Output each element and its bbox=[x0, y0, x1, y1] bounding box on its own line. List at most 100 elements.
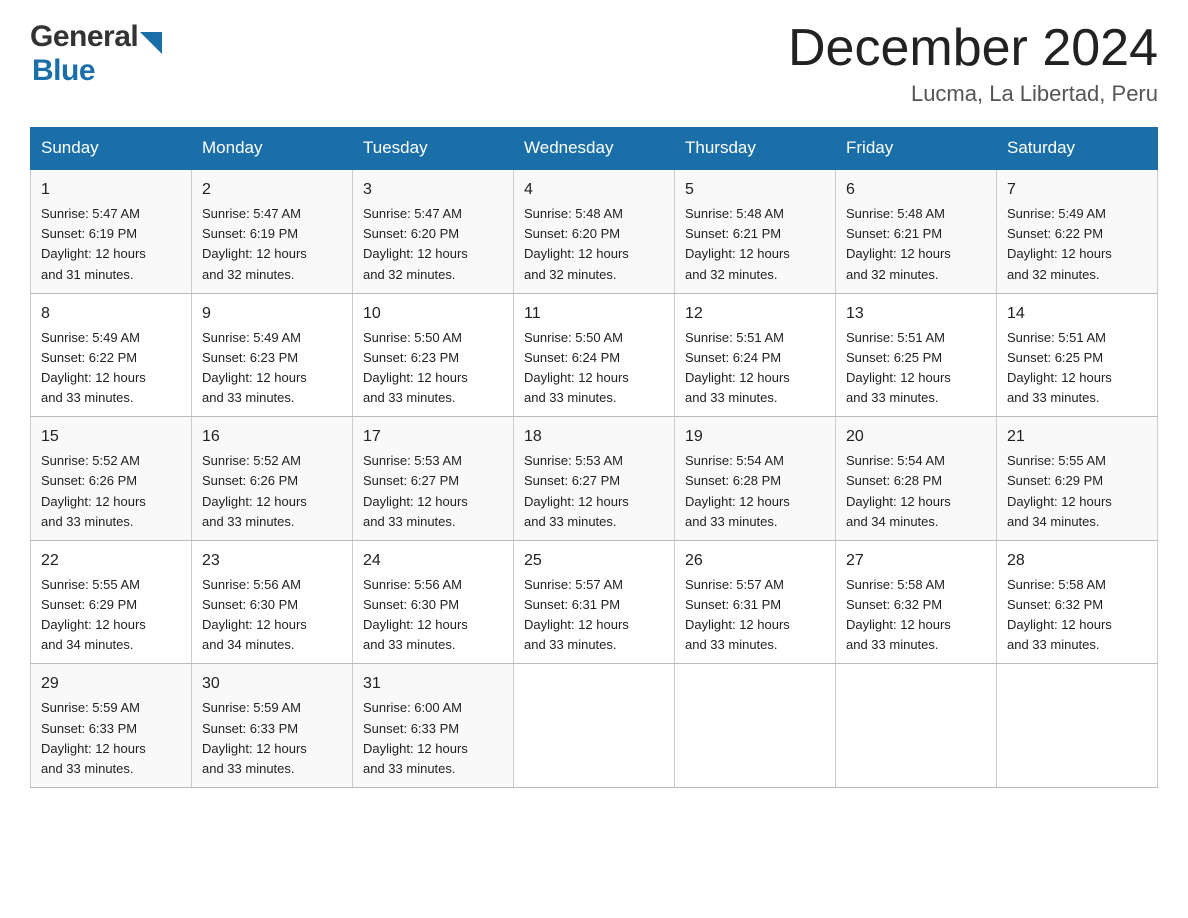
day-info: Sunrise: 5:50 AMSunset: 6:23 PMDaylight:… bbox=[363, 330, 468, 405]
day-header-friday: Friday bbox=[836, 128, 997, 170]
day-info: Sunrise: 5:58 AMSunset: 6:32 PMDaylight:… bbox=[1007, 577, 1112, 652]
calendar-cell: 1 Sunrise: 5:47 AMSunset: 6:19 PMDayligh… bbox=[31, 169, 192, 293]
logo-general-text: General bbox=[30, 20, 138, 54]
calendar-cell: 10 Sunrise: 5:50 AMSunset: 6:23 PMDaylig… bbox=[353, 293, 514, 417]
day-info: Sunrise: 5:51 AMSunset: 6:25 PMDaylight:… bbox=[846, 330, 951, 405]
calendar-cell: 25 Sunrise: 5:57 AMSunset: 6:31 PMDaylig… bbox=[514, 540, 675, 664]
day-header-wednesday: Wednesday bbox=[514, 128, 675, 170]
day-number: 3 bbox=[363, 178, 503, 202]
day-number: 31 bbox=[363, 672, 503, 696]
calendar-cell bbox=[836, 664, 997, 788]
day-info: Sunrise: 5:54 AMSunset: 6:28 PMDaylight:… bbox=[685, 453, 790, 528]
day-info: Sunrise: 5:57 AMSunset: 6:31 PMDaylight:… bbox=[685, 577, 790, 652]
day-number: 30 bbox=[202, 672, 342, 696]
day-info: Sunrise: 5:55 AMSunset: 6:29 PMDaylight:… bbox=[1007, 453, 1112, 528]
calendar-week-row: 8 Sunrise: 5:49 AMSunset: 6:22 PMDayligh… bbox=[31, 293, 1158, 417]
calendar-cell: 20 Sunrise: 5:54 AMSunset: 6:28 PMDaylig… bbox=[836, 417, 997, 541]
calendar-cell: 17 Sunrise: 5:53 AMSunset: 6:27 PMDaylig… bbox=[353, 417, 514, 541]
title-block: December 2024 Lucma, La Libertad, Peru bbox=[788, 20, 1158, 107]
calendar-cell: 13 Sunrise: 5:51 AMSunset: 6:25 PMDaylig… bbox=[836, 293, 997, 417]
day-header-sunday: Sunday bbox=[31, 128, 192, 170]
calendar-table: SundayMondayTuesdayWednesdayThursdayFrid… bbox=[30, 127, 1158, 788]
day-number: 8 bbox=[41, 302, 181, 326]
day-info: Sunrise: 5:58 AMSunset: 6:32 PMDaylight:… bbox=[846, 577, 951, 652]
calendar-week-row: 15 Sunrise: 5:52 AMSunset: 6:26 PMDaylig… bbox=[31, 417, 1158, 541]
day-info: Sunrise: 5:53 AMSunset: 6:27 PMDaylight:… bbox=[363, 453, 468, 528]
day-number: 15 bbox=[41, 425, 181, 449]
day-info: Sunrise: 5:52 AMSunset: 6:26 PMDaylight:… bbox=[202, 453, 307, 528]
day-info: Sunrise: 5:53 AMSunset: 6:27 PMDaylight:… bbox=[524, 453, 629, 528]
calendar-cell: 4 Sunrise: 5:48 AMSunset: 6:20 PMDayligh… bbox=[514, 169, 675, 293]
calendar-cell: 16 Sunrise: 5:52 AMSunset: 6:26 PMDaylig… bbox=[192, 417, 353, 541]
calendar-cell: 18 Sunrise: 5:53 AMSunset: 6:27 PMDaylig… bbox=[514, 417, 675, 541]
day-info: Sunrise: 5:48 AMSunset: 6:21 PMDaylight:… bbox=[846, 206, 951, 281]
calendar-cell: 3 Sunrise: 5:47 AMSunset: 6:20 PMDayligh… bbox=[353, 169, 514, 293]
day-number: 22 bbox=[41, 549, 181, 573]
calendar-cell: 22 Sunrise: 5:55 AMSunset: 6:29 PMDaylig… bbox=[31, 540, 192, 664]
calendar-cell: 5 Sunrise: 5:48 AMSunset: 6:21 PMDayligh… bbox=[675, 169, 836, 293]
calendar-cell: 9 Sunrise: 5:49 AMSunset: 6:23 PMDayligh… bbox=[192, 293, 353, 417]
day-number: 25 bbox=[524, 549, 664, 573]
calendar-cell: 8 Sunrise: 5:49 AMSunset: 6:22 PMDayligh… bbox=[31, 293, 192, 417]
calendar-cell: 15 Sunrise: 5:52 AMSunset: 6:26 PMDaylig… bbox=[31, 417, 192, 541]
day-header-saturday: Saturday bbox=[997, 128, 1158, 170]
day-number: 12 bbox=[685, 302, 825, 326]
day-number: 17 bbox=[363, 425, 503, 449]
day-header-monday: Monday bbox=[192, 128, 353, 170]
calendar-week-row: 29 Sunrise: 5:59 AMSunset: 6:33 PMDaylig… bbox=[31, 664, 1158, 788]
day-header-tuesday: Tuesday bbox=[353, 128, 514, 170]
calendar-cell: 31 Sunrise: 6:00 AMSunset: 6:33 PMDaylig… bbox=[353, 664, 514, 788]
logo-triangle-icon bbox=[140, 32, 162, 54]
calendar-cell: 7 Sunrise: 5:49 AMSunset: 6:22 PMDayligh… bbox=[997, 169, 1158, 293]
day-number: 20 bbox=[846, 425, 986, 449]
calendar-cell: 12 Sunrise: 5:51 AMSunset: 6:24 PMDaylig… bbox=[675, 293, 836, 417]
day-info: Sunrise: 5:47 AMSunset: 6:19 PMDaylight:… bbox=[41, 206, 146, 281]
day-info: Sunrise: 5:51 AMSunset: 6:24 PMDaylight:… bbox=[685, 330, 790, 405]
day-info: Sunrise: 6:00 AMSunset: 6:33 PMDaylight:… bbox=[363, 700, 468, 775]
calendar-cell: 2 Sunrise: 5:47 AMSunset: 6:19 PMDayligh… bbox=[192, 169, 353, 293]
day-info: Sunrise: 5:49 AMSunset: 6:22 PMDaylight:… bbox=[41, 330, 146, 405]
logo: General Blue bbox=[30, 20, 162, 88]
day-number: 7 bbox=[1007, 178, 1147, 202]
day-info: Sunrise: 5:50 AMSunset: 6:24 PMDaylight:… bbox=[524, 330, 629, 405]
day-number: 18 bbox=[524, 425, 664, 449]
day-info: Sunrise: 5:51 AMSunset: 6:25 PMDaylight:… bbox=[1007, 330, 1112, 405]
calendar-cell: 6 Sunrise: 5:48 AMSunset: 6:21 PMDayligh… bbox=[836, 169, 997, 293]
calendar-cell: 27 Sunrise: 5:58 AMSunset: 6:32 PMDaylig… bbox=[836, 540, 997, 664]
calendar-cell: 23 Sunrise: 5:56 AMSunset: 6:30 PMDaylig… bbox=[192, 540, 353, 664]
day-info: Sunrise: 5:49 AMSunset: 6:22 PMDaylight:… bbox=[1007, 206, 1112, 281]
day-info: Sunrise: 5:56 AMSunset: 6:30 PMDaylight:… bbox=[202, 577, 307, 652]
day-info: Sunrise: 5:48 AMSunset: 6:20 PMDaylight:… bbox=[524, 206, 629, 281]
day-number: 4 bbox=[524, 178, 664, 202]
month-title: December 2024 bbox=[788, 20, 1158, 77]
calendar-cell: 14 Sunrise: 5:51 AMSunset: 6:25 PMDaylig… bbox=[997, 293, 1158, 417]
day-info: Sunrise: 5:47 AMSunset: 6:19 PMDaylight:… bbox=[202, 206, 307, 281]
calendar-week-row: 1 Sunrise: 5:47 AMSunset: 6:19 PMDayligh… bbox=[31, 169, 1158, 293]
calendar-cell: 28 Sunrise: 5:58 AMSunset: 6:32 PMDaylig… bbox=[997, 540, 1158, 664]
day-number: 10 bbox=[363, 302, 503, 326]
day-number: 9 bbox=[202, 302, 342, 326]
day-number: 1 bbox=[41, 178, 181, 202]
location-title: Lucma, La Libertad, Peru bbox=[788, 81, 1158, 107]
day-info: Sunrise: 5:48 AMSunset: 6:21 PMDaylight:… bbox=[685, 206, 790, 281]
day-number: 29 bbox=[41, 672, 181, 696]
day-number: 13 bbox=[846, 302, 986, 326]
calendar-week-row: 22 Sunrise: 5:55 AMSunset: 6:29 PMDaylig… bbox=[31, 540, 1158, 664]
calendar-cell: 24 Sunrise: 5:56 AMSunset: 6:30 PMDaylig… bbox=[353, 540, 514, 664]
day-info: Sunrise: 5:55 AMSunset: 6:29 PMDaylight:… bbox=[41, 577, 146, 652]
logo-blue-text: Blue bbox=[32, 54, 95, 88]
calendar-cell: 30 Sunrise: 5:59 AMSunset: 6:33 PMDaylig… bbox=[192, 664, 353, 788]
day-header-thursday: Thursday bbox=[675, 128, 836, 170]
day-info: Sunrise: 5:54 AMSunset: 6:28 PMDaylight:… bbox=[846, 453, 951, 528]
day-number: 5 bbox=[685, 178, 825, 202]
calendar-cell: 26 Sunrise: 5:57 AMSunset: 6:31 PMDaylig… bbox=[675, 540, 836, 664]
calendar-cell bbox=[514, 664, 675, 788]
day-number: 27 bbox=[846, 549, 986, 573]
day-number: 21 bbox=[1007, 425, 1147, 449]
calendar-cell: 29 Sunrise: 5:59 AMSunset: 6:33 PMDaylig… bbox=[31, 664, 192, 788]
day-number: 14 bbox=[1007, 302, 1147, 326]
day-number: 19 bbox=[685, 425, 825, 449]
day-number: 2 bbox=[202, 178, 342, 202]
day-info: Sunrise: 5:57 AMSunset: 6:31 PMDaylight:… bbox=[524, 577, 629, 652]
day-number: 24 bbox=[363, 549, 503, 573]
